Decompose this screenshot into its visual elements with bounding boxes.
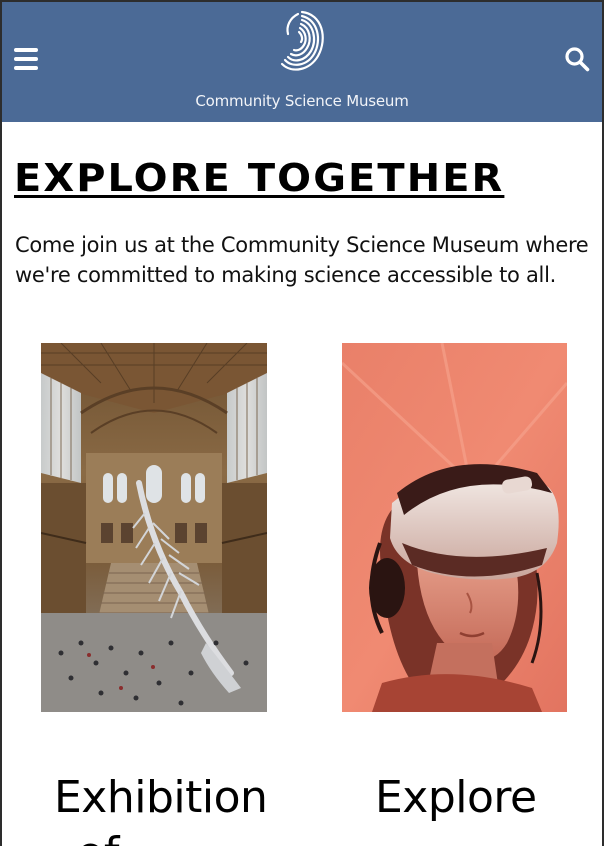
intro-text: Come join us at the Community Science Mu… (15, 233, 589, 287)
page-frame: Community Science Museum Explore Togethe… (0, 0, 604, 846)
brand-name: Community Science Museum (195, 92, 409, 110)
museum-hall-whale-skeleton-photo[interactable] (41, 343, 267, 712)
site-header: Community Science Museum (2, 2, 602, 122)
virtual-reality-headset-photo[interactable] (342, 343, 567, 712)
museum-logo[interactable]: Community Science Museum (192, 8, 412, 118)
exhibition-card-title-continued[interactable]: of (77, 828, 119, 846)
exhibition-card-title[interactable]: Exhibition (54, 772, 268, 823)
hamburger-menu-icon[interactable] (14, 48, 38, 70)
spiral-logo-icon (280, 10, 324, 71)
search-icon[interactable] (564, 46, 590, 72)
page-title: Explore Together (14, 156, 505, 200)
explore-card-title[interactable]: Explore (375, 772, 537, 823)
